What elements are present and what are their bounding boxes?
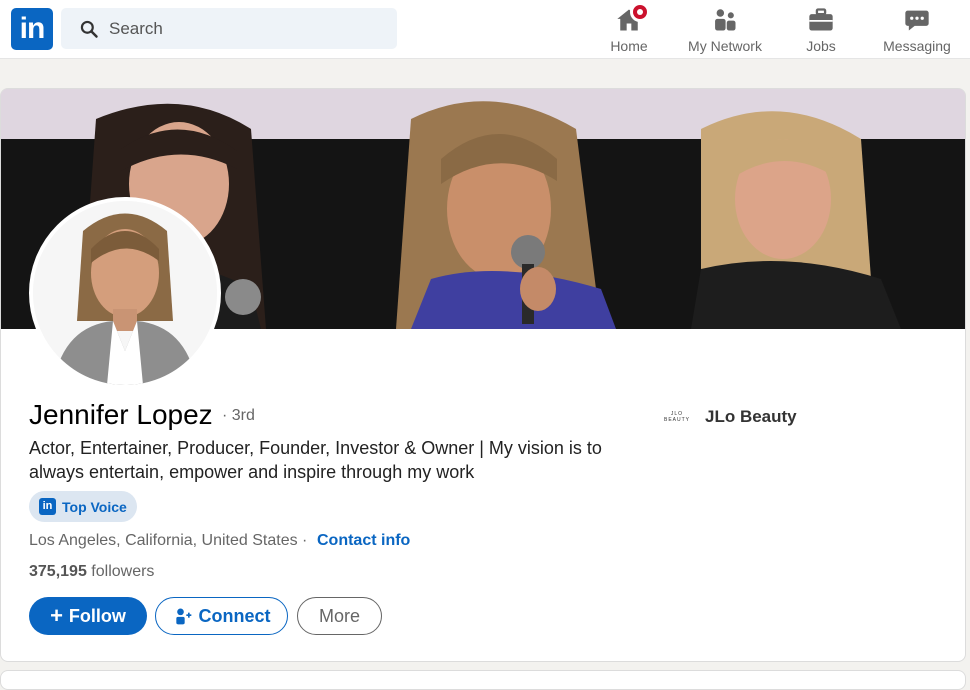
- search-icon: [80, 20, 98, 38]
- nav-label-my-network: My Network: [688, 38, 762, 54]
- nav-item-my-network[interactable]: My Network: [684, 4, 766, 54]
- profile-location: Los Angeles, California, United States ·: [29, 532, 308, 549]
- profile-name: Jennifer Lopez: [29, 399, 213, 430]
- nav-item-messaging[interactable]: Messaging: [878, 4, 956, 54]
- follow-button[interactable]: + Follow: [29, 597, 147, 635]
- profile-avatar[interactable]: [29, 197, 221, 389]
- contact-info-link[interactable]: Contact info: [317, 532, 410, 550]
- profile-headline: Actor, Entertainer, Producer, Founder, I…: [29, 438, 602, 482]
- add-person-icon: [175, 608, 191, 625]
- plus-icon: +: [50, 603, 63, 628]
- global-nav: in Search Home My Network Jobs Messaging: [0, 0, 970, 59]
- notification-badge: [630, 2, 650, 22]
- search-placeholder: Search: [109, 18, 163, 38]
- top-voice-badge[interactable]: in Top Voice: [29, 491, 137, 522]
- chat-icon: [905, 10, 929, 31]
- company-logo: JLO BEAUTY: [663, 411, 690, 423]
- connect-label: Connect: [198, 605, 271, 626]
- more-label: More: [318, 605, 360, 626]
- followers-number: 375,195: [29, 563, 87, 580]
- top-voice-label: Top Voice: [62, 498, 127, 515]
- followers-label: followers: [91, 563, 155, 580]
- profile-card: Jennifer Lopez · 3rd Actor, Entertainer,…: [0, 88, 966, 662]
- more-button[interactable]: More: [297, 597, 382, 635]
- connect-button[interactable]: Connect: [155, 597, 288, 635]
- linkedin-logo[interactable]: in: [11, 8, 53, 50]
- follow-label: Follow: [68, 605, 126, 626]
- next-section-card: [0, 670, 966, 690]
- network-icon: [715, 9, 736, 31]
- nav-label-home: Home: [610, 38, 648, 54]
- connection-degree: · 3rd: [222, 407, 255, 424]
- linkedin-badge-icon: in: [39, 498, 56, 515]
- current-company[interactable]: JLO BEAUTY JLo Beauty: [659, 407, 797, 427]
- search-input[interactable]: Search: [61, 8, 397, 49]
- nav-item-home[interactable]: Home: [606, 2, 652, 54]
- company-name: JLo Beauty: [705, 407, 797, 426]
- briefcase-icon: [809, 8, 833, 31]
- nav-label-jobs: Jobs: [806, 38, 836, 54]
- followers-count: 375,195 followers: [29, 563, 154, 581]
- nav-label-messaging: Messaging: [883, 38, 951, 54]
- nav-item-jobs[interactable]: Jobs: [800, 4, 842, 54]
- avatar-portrait: [33, 201, 217, 385]
